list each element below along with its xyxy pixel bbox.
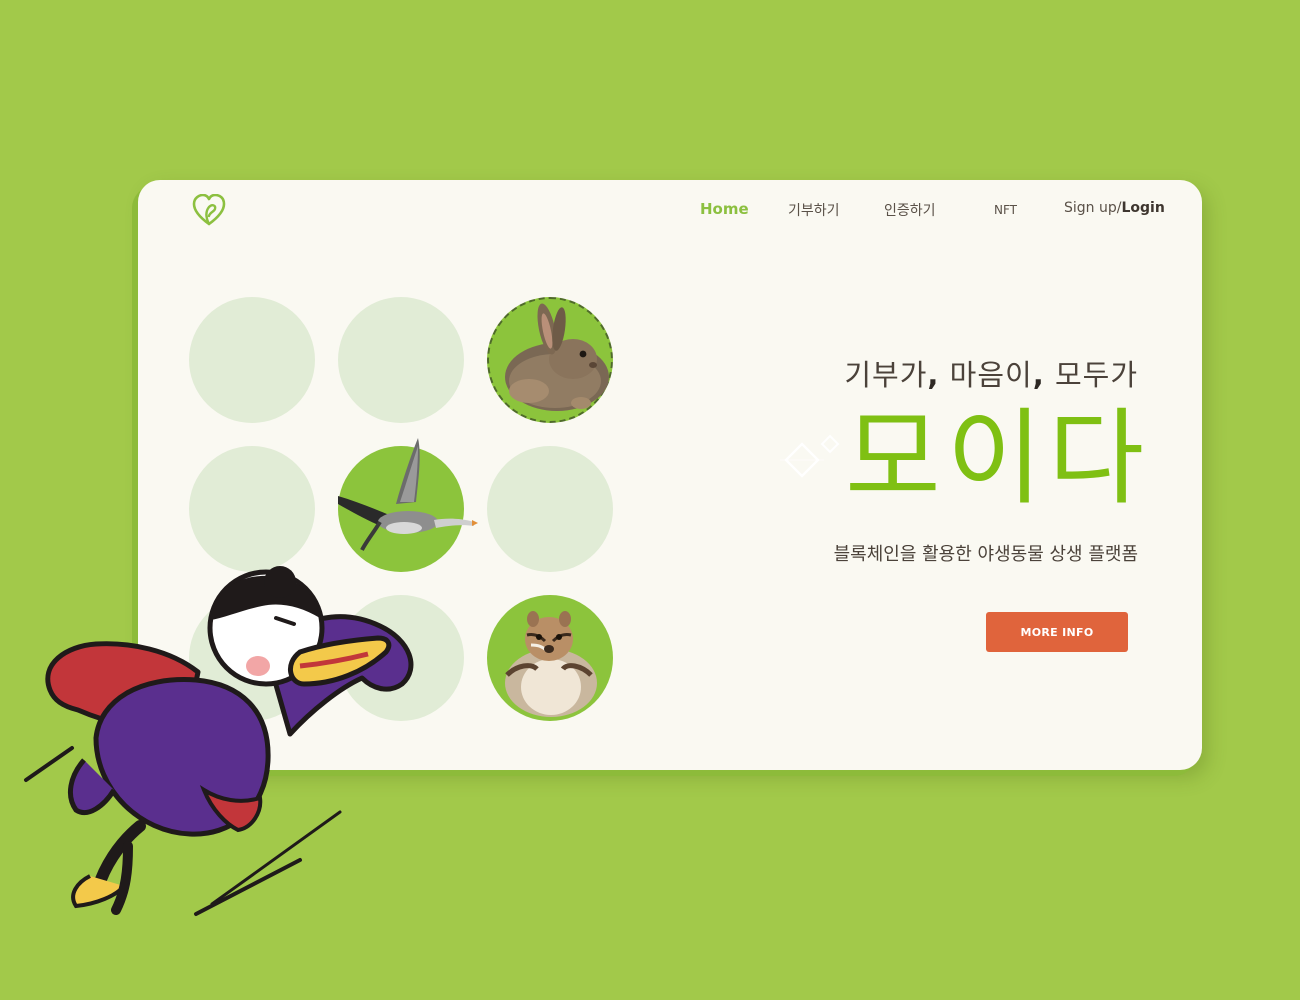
nav-login[interactable]: Login	[1121, 200, 1164, 216]
grid-circle-6	[487, 446, 613, 572]
grid-circle-goose[interactable]	[338, 438, 478, 572]
grid-circle-2	[338, 297, 464, 423]
duck-mascot-icon	[24, 566, 414, 916]
heart-leaf-logo-icon[interactable]	[192, 194, 226, 226]
grid-circle-rabbit[interactable]	[487, 297, 613, 423]
tagline-comma-2: ,	[1032, 358, 1045, 392]
grid-circle-4	[189, 446, 315, 572]
stage: Home 기부하기 인증하기 NFT Sign up/Login 기부가, 마음…	[0, 0, 1300, 1000]
tagline-part-1: 기부가	[844, 358, 928, 392]
nav-donate[interactable]: 기부하기	[788, 200, 840, 220]
tagline-part-3: 모두가	[1044, 358, 1138, 392]
rabbit-image	[505, 303, 609, 411]
nav-signup[interactable]: Sign up/	[1064, 200, 1121, 216]
tagline-part-2: 마음이	[939, 358, 1033, 392]
nav-verify[interactable]: 인증하기	[884, 200, 936, 220]
more-info-button[interactable]: MORE INFO	[986, 612, 1128, 652]
hero-subtitle: 블록체인을 활용한 야생동물 상생 플랫폼	[833, 544, 1138, 565]
grid-circle-chipmunk[interactable]	[487, 595, 613, 721]
nav-nft[interactable]: NFT	[994, 203, 1017, 217]
nav-auth[interactable]: Sign up/Login	[1064, 200, 1165, 216]
hero-title: 모이다	[844, 397, 1150, 519]
nav-home[interactable]: Home	[700, 200, 749, 218]
chipmunk-image	[505, 611, 597, 717]
tagline-comma-1: ,	[927, 358, 940, 392]
grid-circle-1	[189, 297, 315, 423]
goose-image	[338, 438, 478, 551]
hero-tagline: 기부가, 마음이, 모두가	[844, 352, 1138, 394]
